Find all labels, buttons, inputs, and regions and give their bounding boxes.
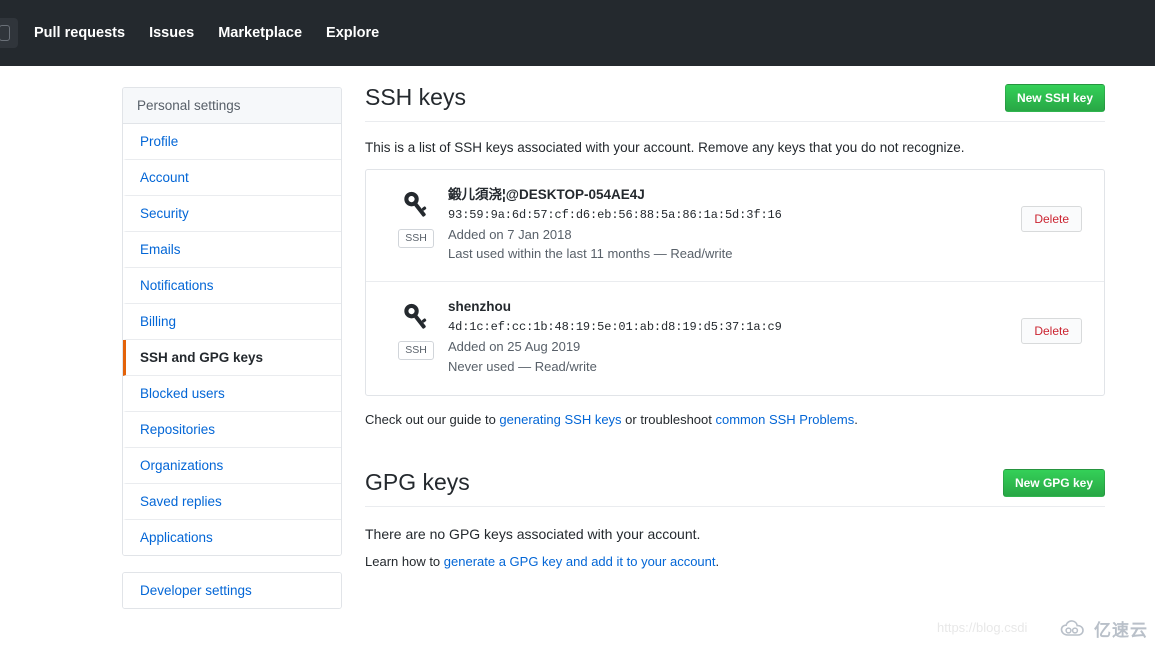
sidebar-item-profile[interactable]: Profile: [123, 124, 341, 160]
sidebar-item-billing[interactable]: Billing: [123, 304, 341, 340]
ssh-keys-list: SSH 鍛儿須浇¦@DESKTOP-054AE4J 93:59:9a:6d:57…: [365, 169, 1105, 397]
ssh-key-details: 鍛儿須浇¦@DESKTOP-054AE4J 93:59:9a:6d:57:cf:…: [444, 186, 1021, 265]
sidebar-item-developer-settings[interactable]: Developer settings: [123, 573, 341, 608]
sidebar-header: Personal settings: [123, 88, 341, 124]
sidebar-item-account[interactable]: Account: [123, 160, 341, 196]
common-ssh-problems-link[interactable]: common SSH Problems: [716, 412, 855, 427]
github-mark-icon: [0, 25, 10, 41]
ssh-key-title: shenzhou: [448, 299, 511, 315]
top-navigation-bar: Pull requests Issues Marketplace Explore: [0, 0, 1155, 66]
ssh-key-icon-group: SSH: [388, 298, 444, 360]
sidebar-item-blocked-users[interactable]: Blocked users: [123, 376, 341, 412]
gpg-keys-title: GPG keys: [365, 469, 470, 496]
ssh-key-row: SSH shenzhou 4d:1c:ef:cc:1b:48:19:5e:01:…: [366, 282, 1104, 395]
ssh-keys-header: SSH keys New SSH key: [365, 84, 1105, 122]
sidebar-item-saved-replies[interactable]: Saved replies: [123, 484, 341, 520]
gpg-keys-section: GPG keys New GPG key There are no GPG ke…: [365, 469, 1105, 569]
sidebar-secondary-box: Developer settings: [122, 572, 342, 609]
ssh-key-fingerprint: 93:59:9a:6d:57:cf:d6:eb:56:88:5a:86:1a:5…: [448, 207, 782, 222]
generate-gpg-key-link[interactable]: generate a GPG key and add it to your ac…: [444, 554, 716, 569]
ssh-keys-description: This is a list of SSH keys associated wi…: [365, 140, 965, 155]
ssh-key-title: 鍛儿須浇¦@DESKTOP-054AE4J: [448, 187, 645, 202]
sidebar-item-repositories[interactable]: Repositories: [123, 412, 341, 448]
gpg-empty-message: There are no GPG keys associated with yo…: [365, 526, 701, 543]
sidebar-item-ssh-and-gpg-keys[interactable]: SSH and GPG keys: [123, 340, 341, 376]
nav-link-pull-requests[interactable]: Pull requests: [34, 25, 125, 41]
ssh-help-note-suffix: .: [854, 412, 858, 428]
settings-sidebar: Personal settings Profile Account Securi…: [122, 87, 342, 609]
sidebar-item-emails[interactable]: Emails: [123, 232, 341, 268]
ssh-help-note: Check out our guide to generating SSH ke…: [365, 412, 1105, 427]
delete-ssh-key-button[interactable]: Delete: [1021, 318, 1082, 345]
ssh-key-row: SSH 鍛儿須浇¦@DESKTOP-054AE4J 93:59:9a:6d:57…: [366, 170, 1104, 283]
gpg-learn-suffix: .: [715, 554, 720, 570]
nav-link-issues[interactable]: Issues: [149, 25, 194, 41]
watermark-logo: 亿速云: [1060, 616, 1148, 641]
ssh-key-last-used: Never used — Read/write: [448, 358, 597, 374]
github-logo-button[interactable]: [0, 18, 18, 48]
ssh-keys-title: SSH keys: [365, 84, 466, 111]
sidebar-primary-box: Personal settings Profile Account Securi…: [122, 87, 342, 556]
key-icon: [404, 191, 427, 217]
page-body: Personal settings Profile Account Securi…: [0, 66, 1155, 647]
generating-ssh-keys-link[interactable]: generating SSH keys: [499, 412, 621, 427]
gpg-learn-prefix: Learn how to: [365, 554, 444, 570]
nav-link-marketplace[interactable]: Marketplace: [218, 25, 302, 41]
cloud-icon: [1060, 619, 1084, 636]
watermark-url: https://blog.csdi: [937, 620, 1028, 635]
key-icon: [404, 304, 427, 329]
sidebar-item-notifications[interactable]: Notifications: [123, 268, 341, 304]
ssh-key-fingerprint: 4d:1c:ef:cc:1b:48:19:5e:01:ab:d8:19:d5:3…: [448, 319, 782, 334]
ssh-help-note-middle: or troubleshoot: [621, 412, 716, 428]
new-ssh-key-button[interactable]: New SSH key: [1004, 84, 1105, 112]
ssh-help-note-prefix: Check out our guide to: [365, 412, 500, 428]
sidebar-item-applications[interactable]: Applications: [123, 520, 341, 555]
ssh-key-added-date: Added on 25 Aug 2019: [448, 338, 581, 354]
ssh-keys-section: SSH keys New SSH key This is a list of S…: [365, 84, 1105, 427]
ssh-key-details: shenzhou 4d:1c:ef:cc:1b:48:19:5e:01:ab:d…: [444, 298, 1021, 377]
ssh-badge: SSH: [398, 229, 434, 248]
sidebar-item-security[interactable]: Security: [123, 196, 341, 232]
ssh-key-added-date: Added on 7 Jan 2018: [448, 226, 572, 242]
sidebar-item-organizations[interactable]: Organizations: [123, 448, 341, 484]
ssh-key-icon-group: SSH: [388, 186, 444, 248]
nav-link-explore[interactable]: Explore: [326, 25, 379, 41]
watermark-brand-text: 亿速云: [1094, 621, 1148, 640]
gpg-keys-header: GPG keys New GPG key: [365, 469, 1105, 508]
ssh-badge: SSH: [398, 341, 434, 360]
main-content: SSH keys New SSH key This is a list of S…: [365, 84, 1105, 569]
primary-nav-links: Pull requests Issues Marketplace Explore: [34, 25, 403, 41]
gpg-learn-note: Learn how to generate a GPG key and add …: [365, 554, 1105, 569]
delete-ssh-key-button[interactable]: Delete: [1021, 206, 1082, 232]
new-gpg-key-button[interactable]: New GPG key: [1002, 469, 1105, 498]
ssh-key-last-used: Last used within the last 11 months — Re…: [448, 246, 733, 262]
